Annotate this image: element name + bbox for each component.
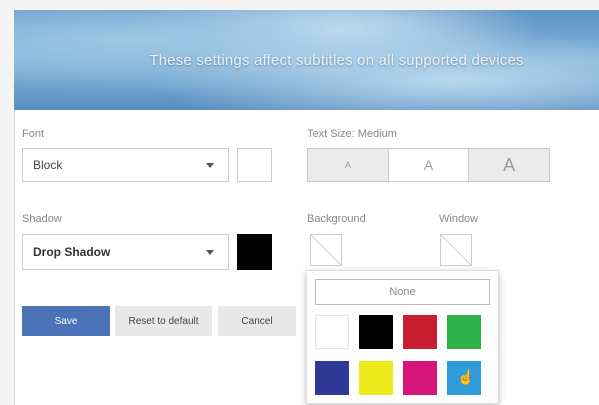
window-color-none-swatch[interactable] <box>440 234 472 266</box>
none-color-button[interactable]: None <box>315 279 490 305</box>
chevron-down-icon <box>206 250 214 255</box>
banner-text: These settings affect subtitles on all s… <box>149 51 524 69</box>
font-select[interactable]: Block <box>22 148 229 182</box>
hand-cursor-icon: ☝ <box>457 369 475 385</box>
text-size-large-button[interactable]: A <box>469 149 550 181</box>
shadow-select[interactable]: Drop Shadow <box>22 234 229 270</box>
color-swatch-green[interactable] <box>447 315 481 349</box>
save-button[interactable]: Save <box>22 306 110 336</box>
text-size-selector: A A A <box>307 148 550 182</box>
cancel-button[interactable]: Cancel <box>218 306 296 336</box>
window-label: Window <box>439 213 479 225</box>
shadow-color-swatch[interactable] <box>237 234 272 270</box>
reset-to-default-button[interactable]: Reset to default <box>115 306 212 336</box>
color-swatch-white[interactable] <box>315 315 349 349</box>
font-label: Font <box>22 128 45 140</box>
font-color-swatch[interactable] <box>237 148 272 182</box>
header-banner: These settings affect subtitles on all s… <box>14 10 599 110</box>
color-picker-popup: None ☝ <box>306 270 499 404</box>
shadow-label: Shadow <box>22 213 62 225</box>
color-swatch-blue[interactable] <box>315 361 349 395</box>
chevron-down-icon <box>206 163 214 168</box>
text-size-small-button[interactable]: A <box>308 149 389 181</box>
color-swatch-magenta[interactable] <box>403 361 437 395</box>
text-size-medium-button[interactable]: A <box>388 149 470 181</box>
color-swatch-yellow[interactable] <box>359 361 393 395</box>
color-swatch-cyan[interactable]: ☝ <box>447 361 481 395</box>
shadow-select-value: Drop Shadow <box>33 245 111 259</box>
font-select-value: Block <box>33 158 63 172</box>
text-size-label: Text Size: Medium <box>307 128 397 140</box>
color-swatch-black[interactable] <box>359 315 393 349</box>
background-label: Background <box>307 213 366 225</box>
background-color-none-swatch[interactable] <box>310 234 342 266</box>
color-swatch-red[interactable] <box>403 315 437 349</box>
